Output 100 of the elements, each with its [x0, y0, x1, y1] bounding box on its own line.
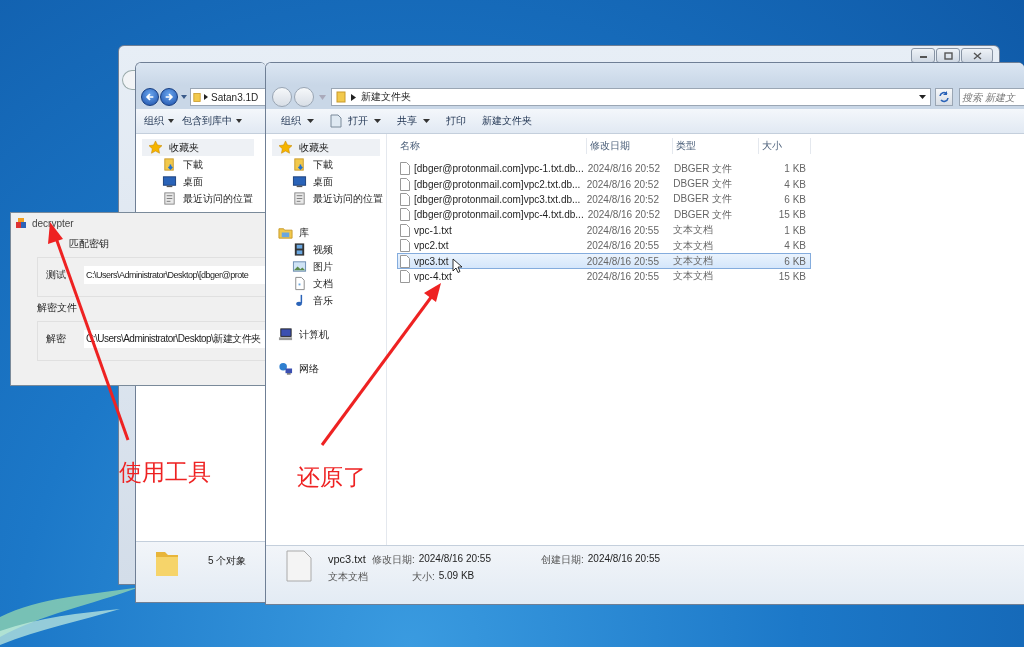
- column-header[interactable]: 修改日期: [587, 138, 673, 154]
- file-type: 文本文档: [672, 223, 715, 238]
- forward-button[interactable]: [160, 88, 178, 106]
- document-icon: [330, 114, 342, 128]
- file-type: 文本文档: [328, 570, 369, 584]
- file-date: 2024/8/16 20:52: [586, 209, 661, 221]
- toolbar-button[interactable]: 打开: [325, 112, 386, 130]
- file-icon: [400, 208, 410, 222]
- file-type: DBGER 文件: [672, 177, 733, 192]
- column-header[interactable]: 大小: [759, 138, 811, 154]
- nav-item[interactable]: 最近访问的位置: [266, 190, 386, 207]
- file-name: vpc-4.txt: [414, 270, 452, 282]
- library-folder-icon: [278, 225, 293, 240]
- toolbar-button[interactable]: 新建文件夹: [477, 112, 537, 130]
- file-name: vpc2.txt: [414, 240, 449, 252]
- document-icon: [292, 276, 307, 291]
- nav-item[interactable]: 下載: [266, 156, 386, 173]
- toolbar-button[interactable]: 打印: [441, 112, 471, 130]
- download-folder-icon: [162, 157, 177, 172]
- toolbar-menu[interactable]: 包含到库中: [178, 112, 246, 130]
- nav-item[interactable]: 收藏夹: [142, 139, 254, 156]
- toolbar-button[interactable]: 组织: [276, 112, 319, 130]
- file-name: [dbger@protonmail.com]vpc-1.txt.db...: [414, 163, 584, 175]
- monitor-icon: [162, 174, 177, 189]
- file-date: 2024/8/16 20:52: [585, 193, 660, 205]
- maximize-icon: [943, 51, 953, 60]
- nav-item[interactable]: 计算机: [272, 326, 380, 343]
- left-arrow-icon: [145, 92, 155, 102]
- file-size: 1 KB: [783, 224, 807, 236]
- field-label: 修改日期:: [371, 553, 415, 567]
- item-count: 5 个对象: [208, 554, 247, 568]
- file-row[interactable]: [dbger@protonmail.com]vpc3.txt.db... 2024/8/16 20:52 DBGER 文件 6 KB: [397, 191, 811, 208]
- field-value: 5.09 KB: [438, 570, 475, 583]
- file-name: [dbger@protonmail.com]vpc2.txt.db...: [414, 178, 581, 190]
- file-row[interactable]: vpc-4.txt 2024/8/16 20:55 文本文档 15 KB: [397, 268, 811, 285]
- file-icon: [400, 254, 410, 268]
- file-size: 6 KB: [783, 193, 807, 205]
- path-field[interactable]: C:\Users\Administrator\Desktop\[dbger@prote: [84, 266, 265, 284]
- nav-item[interactable]: 收藏夹: [272, 139, 380, 156]
- file-type: DBGER 文件: [672, 207, 734, 222]
- file-name: [dbger@protonmail.com]vpc-4.txt.db...: [414, 209, 584, 221]
- toolbar-menu[interactable]: 组织: [140, 112, 178, 130]
- group-title: 匹配密钥: [69, 237, 110, 251]
- field-value: 2024/8/16 20:55: [587, 553, 661, 566]
- chevron-icon: [351, 93, 356, 101]
- file-row[interactable]: vpc-1.txt 2024/8/16 20:55 文本文档 1 KB: [397, 222, 811, 238]
- folder-icon: [193, 91, 201, 103]
- file-icon: [400, 162, 410, 176]
- nav-item[interactable]: 网络: [272, 360, 380, 377]
- nav-item[interactable]: 桌面: [136, 173, 260, 190]
- caret-icon: [374, 119, 381, 123]
- file-row[interactable]: [dbger@protonmail.com]vpc2.txt.db... 2024/8/16 20:52 DBGER 文件 4 KB: [397, 176, 811, 192]
- file-date: 2024/8/16 20:52: [586, 163, 661, 175]
- close-icon: [972, 51, 982, 60]
- field-value: 2024/8/16 20:55: [418, 553, 491, 566]
- toolbar-button[interactable]: 共享: [392, 112, 435, 130]
- file-date: 2024/8/16 20:55: [585, 270, 660, 282]
- back-button[interactable]: [141, 88, 159, 106]
- nav-item[interactable]: 下載: [136, 156, 260, 173]
- file-type: DBGER 文件: [672, 192, 733, 207]
- file-name: vpc3.txt: [414, 255, 449, 267]
- caret-icon: [307, 119, 314, 123]
- column-header[interactable]: 名称: [397, 138, 587, 154]
- cursor-icon: [452, 258, 462, 273]
- nav-item[interactable]: 文档: [266, 275, 386, 292]
- field-label: 大小:: [411, 570, 435, 584]
- file-size: 4 KB: [783, 240, 807, 252]
- nav-item[interactable]: 图片: [266, 258, 386, 275]
- caret-icon: [423, 119, 430, 123]
- nav-item[interactable]: 库: [272, 224, 380, 241]
- file-size: 1 KB: [783, 163, 807, 175]
- nav-item[interactable]: 最近访问的位置: [136, 190, 260, 207]
- caret-icon[interactable]: [181, 95, 187, 99]
- recent-places-icon: [162, 191, 177, 206]
- file-date: 2024/8/16 20:55: [585, 224, 660, 236]
- document-icon: [286, 550, 312, 582]
- nav-item[interactable]: 桌面: [266, 173, 386, 190]
- search-field[interactable]: 搜索 新建文: [959, 88, 1024, 106]
- caret-icon: [919, 95, 926, 99]
- file-row[interactable]: vpc3.txt 2024/8/16 20:55 文本文档 6 KB: [397, 253, 811, 269]
- file-row[interactable]: vpc2.txt 2024/8/16 20:55 文本文档 4 KB: [397, 237, 811, 254]
- file-row[interactable]: [dbger@protonmail.com]vpc-4.txt.db... 2024/8/16 20:52 DBGER 文件 15 KB: [397, 207, 811, 223]
- address-bar[interactable]: Satan3.1D: [190, 88, 266, 106]
- file-name: [dbger@protonmail.com]vpc3.txt.db...: [414, 193, 581, 205]
- download-folder-icon: [292, 157, 307, 172]
- address-bar[interactable]: 新建文件夹: [331, 88, 931, 106]
- window-title: decrypter: [32, 217, 74, 229]
- nav-item[interactable]: 音乐: [266, 292, 386, 309]
- file-type: 文本文档: [672, 269, 715, 284]
- file-icon: [400, 192, 410, 206]
- refresh-icon: [938, 91, 950, 103]
- column-header[interactable]: 类型: [673, 138, 759, 154]
- annotation-text: 使用工具: [119, 458, 211, 487]
- caret-icon: [236, 119, 242, 123]
- refresh-button[interactable]: [935, 88, 953, 106]
- file-name: vpc3.txt: [328, 553, 366, 567]
- file-size: 4 KB: [783, 178, 807, 190]
- file-row[interactable]: [dbger@protonmail.com]vpc-1.txt.db... 2024/8/16 20:52 DBGER 文件 1 KB: [397, 161, 811, 177]
- right-arrow-icon: [164, 92, 174, 102]
- nav-item[interactable]: 视频: [266, 241, 386, 258]
